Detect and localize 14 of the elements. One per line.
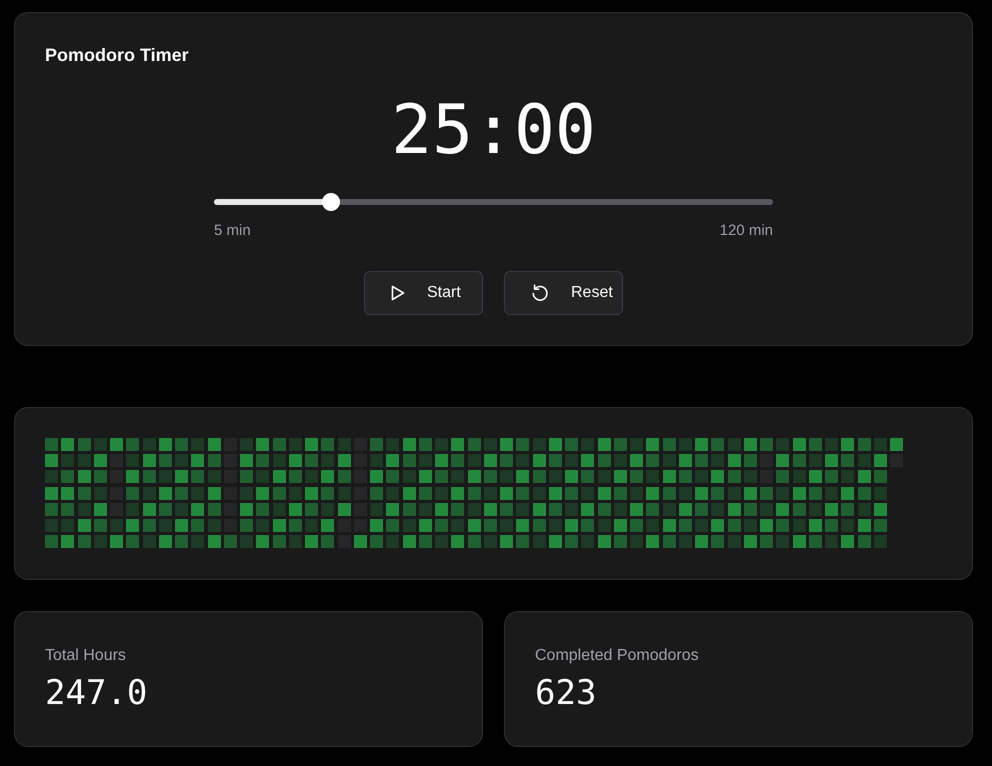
max-label: 120 min — [720, 221, 773, 241]
stat-label: Total Hours — [45, 646, 127, 666]
slider-thumb[interactable] — [322, 193, 340, 211]
timer-display: 25:00 — [391, 97, 596, 165]
duration-slider[interactable] — [214, 193, 773, 211]
min-label: 5 min — [214, 221, 251, 241]
stat-label: Completed Pomodoros — [535, 646, 700, 666]
play-icon — [391, 285, 405, 301]
stat-value: 623 — [535, 673, 598, 714]
circular-arrow-icon — [531, 284, 549, 302]
card-title: Pomodoro Timer — [45, 44, 189, 67]
stat-value: 247.0 — [45, 673, 148, 714]
reset-button[interactable]: Reset — [504, 271, 623, 315]
start-button[interactable]: Start — [364, 271, 483, 315]
